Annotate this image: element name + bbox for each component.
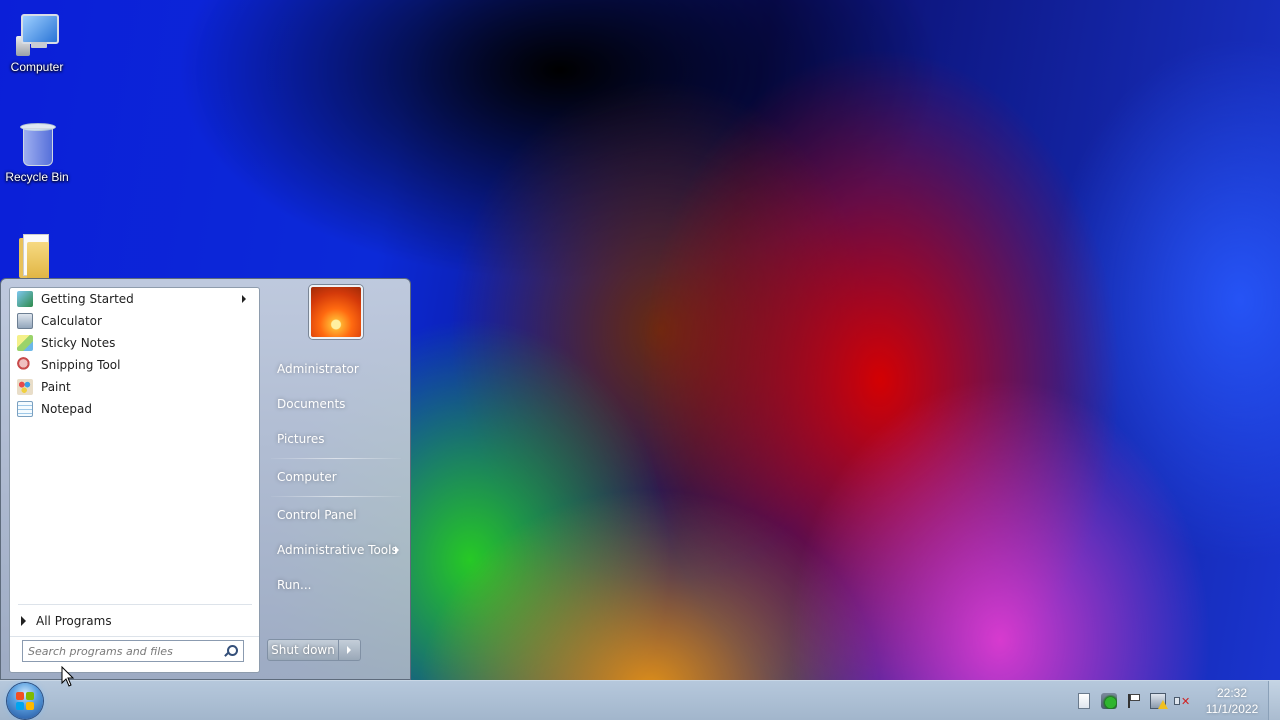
clock[interactable]: 22:32 11/1/2022 bbox=[1196, 685, 1268, 717]
sticky-notes-icon bbox=[17, 335, 33, 351]
search-input[interactable] bbox=[23, 641, 220, 661]
desktop-icon-folder[interactable] bbox=[0, 232, 74, 282]
shutdown-button[interactable]: Shut down bbox=[267, 639, 339, 661]
flag-icon[interactable] bbox=[1126, 693, 1142, 709]
calculator-icon bbox=[17, 313, 33, 329]
divider bbox=[271, 496, 401, 497]
desktop-icon-label: Computer bbox=[10, 60, 64, 74]
expand-arrow-icon bbox=[21, 616, 26, 626]
start-item-label: Pictures bbox=[277, 432, 325, 446]
program-label: Paint bbox=[41, 380, 71, 394]
submenu-arrow-icon bbox=[395, 546, 399, 554]
clock-date: 11/1/2022 bbox=[1205, 702, 1259, 716]
start-item-label: Administrator bbox=[277, 362, 359, 376]
user-avatar[interactable] bbox=[309, 285, 363, 339]
shutdown-label: Shut down bbox=[271, 643, 335, 657]
search-icon[interactable] bbox=[223, 644, 238, 658]
start-button[interactable] bbox=[7, 683, 43, 719]
desktop-icon-recycle-bin[interactable]: Recycle Bin bbox=[0, 120, 74, 184]
start-item-pictures[interactable]: Pictures bbox=[271, 426, 403, 452]
program-label: Snipping Tool bbox=[41, 358, 121, 372]
volume-muted-icon[interactable]: ✕ bbox=[1173, 693, 1190, 709]
program-item-paint[interactable]: Paint bbox=[13, 376, 256, 398]
program-label: Calculator bbox=[41, 314, 102, 328]
chevron-right-icon bbox=[347, 646, 351, 654]
computer-icon bbox=[13, 10, 61, 58]
submenu-arrow-icon bbox=[242, 295, 246, 303]
start-item-administrator[interactable]: Administrator bbox=[271, 356, 403, 382]
shutdown-options-button[interactable] bbox=[339, 639, 361, 661]
notepad-icon bbox=[17, 401, 33, 417]
taskbar: ✕ 22:32 11/1/2022 bbox=[0, 680, 1280, 720]
program-item-snipping-tool[interactable]: Snipping Tool bbox=[13, 354, 256, 376]
program-label: Sticky Notes bbox=[41, 336, 116, 350]
start-item-control-panel[interactable]: Control Panel bbox=[271, 502, 403, 528]
start-menu: Getting Started Calculator Sticky Notes … bbox=[0, 278, 411, 680]
start-item-label: Documents bbox=[277, 397, 346, 411]
action-center-doc-icon[interactable] bbox=[1078, 693, 1090, 709]
program-item-getting-started[interactable]: Getting Started bbox=[13, 288, 256, 310]
shutdown-group: Shut down bbox=[267, 639, 361, 661]
snipping-tool-icon bbox=[17, 357, 33, 373]
start-item-administrative-tools[interactable]: Administrative Tools bbox=[271, 537, 403, 563]
windows-logo-icon bbox=[16, 692, 24, 700]
start-item-label: Computer bbox=[277, 470, 337, 484]
clock-time: 22:32 bbox=[1216, 686, 1248, 700]
desktop-icon-computer[interactable]: Computer bbox=[0, 10, 74, 74]
start-item-computer[interactable]: Computer bbox=[271, 464, 403, 490]
start-item-label: Control Panel bbox=[277, 508, 357, 522]
desktop-icon-label: Recycle Bin bbox=[5, 170, 69, 184]
start-item-label: Administrative Tools bbox=[277, 543, 398, 557]
all-programs-button[interactable]: All Programs bbox=[18, 610, 252, 632]
security-shield-icon[interactable] bbox=[1101, 693, 1117, 709]
program-item-calculator[interactable]: Calculator bbox=[13, 310, 256, 332]
program-item-sticky-notes[interactable]: Sticky Notes bbox=[13, 332, 256, 354]
network-warning-icon[interactable] bbox=[1150, 693, 1168, 709]
paint-icon bbox=[17, 379, 33, 395]
program-label: Notepad bbox=[41, 402, 92, 416]
divider bbox=[10, 636, 259, 637]
all-programs-label: All Programs bbox=[36, 614, 112, 628]
divider bbox=[271, 458, 401, 459]
divider bbox=[18, 604, 252, 605]
getting-started-icon bbox=[17, 291, 33, 307]
start-item-label: Run... bbox=[277, 578, 312, 592]
show-desktop-button[interactable] bbox=[1268, 681, 1280, 720]
program-label: Getting Started bbox=[41, 292, 134, 306]
program-item-notepad[interactable]: Notepad bbox=[13, 398, 256, 420]
search-box[interactable] bbox=[22, 640, 244, 662]
mouse-cursor-icon bbox=[61, 666, 75, 687]
start-item-run[interactable]: Run... bbox=[271, 572, 403, 598]
folder-icon bbox=[13, 232, 61, 280]
start-menu-programs-pane: Getting Started Calculator Sticky Notes … bbox=[9, 287, 260, 673]
recycle-bin-icon bbox=[13, 120, 61, 168]
start-item-documents[interactable]: Documents bbox=[271, 391, 403, 417]
